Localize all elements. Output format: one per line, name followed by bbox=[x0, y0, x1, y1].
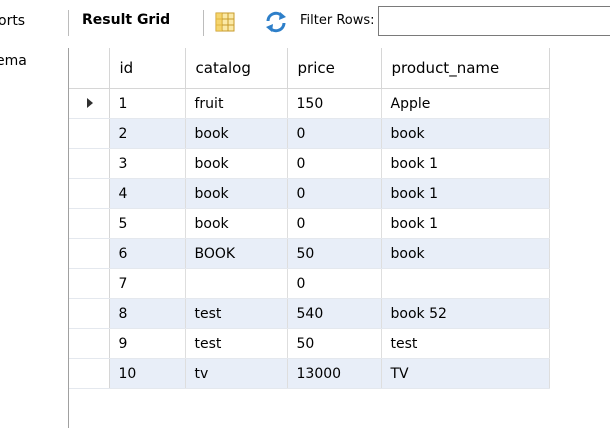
table-row[interactable]: 1 fruit 150 Apple bbox=[69, 88, 550, 119]
cell-price[interactable]: 13000 bbox=[287, 358, 382, 389]
row-indicator[interactable] bbox=[69, 208, 110, 239]
result-toolbar: Result Grid Filter Rows: bbox=[68, 0, 610, 44]
refresh-icon[interactable] bbox=[264, 10, 288, 34]
grid-view-icon[interactable] bbox=[214, 12, 236, 32]
cell-id[interactable]: 4 bbox=[109, 178, 186, 209]
cell-price[interactable]: 540 bbox=[287, 298, 382, 329]
cell-price[interactable]: 0 bbox=[287, 208, 382, 239]
cell-id[interactable]: 3 bbox=[109, 148, 186, 179]
cell-id[interactable]: 6 bbox=[109, 238, 186, 269]
cell-price[interactable]: 50 bbox=[287, 328, 382, 359]
result-grid: id catalog price product_name 1 fruit 150 A… bbox=[68, 48, 610, 428]
cell-catalog[interactable]: test bbox=[185, 328, 288, 359]
cell-id[interactable]: 8 bbox=[109, 298, 186, 329]
cell-id[interactable]: 2 bbox=[109, 118, 186, 149]
table-row[interactable]: 4 book 0 book 1 bbox=[69, 178, 550, 209]
result-grid-button[interactable]: Result Grid bbox=[82, 12, 170, 28]
column-header-catalog[interactable]: catalog bbox=[185, 48, 288, 89]
table-row[interactable]: 8 test 540 book 52 bbox=[69, 298, 550, 329]
cell-product-name[interactable]: book 1 bbox=[381, 208, 550, 239]
row-indicator[interactable] bbox=[69, 268, 110, 299]
table-row[interactable]: 2 book 0 book bbox=[69, 118, 550, 149]
table-row[interactable]: 3 book 0 book 1 bbox=[69, 148, 550, 179]
left-tab-2[interactable]: ema bbox=[0, 53, 27, 69]
toolbar-separator bbox=[203, 10, 204, 36]
row-pointer-icon bbox=[86, 97, 93, 108]
cell-product-name[interactable]: TV bbox=[381, 358, 550, 389]
row-indicator[interactable] bbox=[69, 358, 110, 389]
cell-price[interactable]: 150 bbox=[287, 88, 382, 119]
cell-id[interactable]: 9 bbox=[109, 328, 186, 359]
table-row[interactable]: 6 BOOK 50 book bbox=[69, 238, 550, 269]
row-indicator[interactable] bbox=[69, 178, 110, 209]
cell-price[interactable]: 0 bbox=[287, 148, 382, 179]
cell-id[interactable]: 5 bbox=[109, 208, 186, 239]
cell-catalog[interactable]: book bbox=[185, 208, 288, 239]
cell-id[interactable]: 10 bbox=[109, 358, 186, 389]
filter-rows-input[interactable] bbox=[378, 6, 610, 36]
cell-product-name[interactable]: book bbox=[381, 118, 550, 149]
row-indicator-header bbox=[69, 48, 110, 89]
cell-product-name[interactable]: book bbox=[381, 238, 550, 269]
toolbar-separator bbox=[68, 10, 69, 36]
table-row[interactable]: 5 book 0 book 1 bbox=[69, 208, 550, 239]
row-indicator[interactable] bbox=[69, 88, 110, 119]
cell-product-name[interactable]: test bbox=[381, 328, 550, 359]
cell-product-name[interactable]: Apple bbox=[381, 88, 550, 119]
cell-price[interactable]: 0 bbox=[287, 118, 382, 149]
cell-product-name[interactable]: book 1 bbox=[381, 148, 550, 179]
cell-catalog[interactable]: tv bbox=[185, 358, 288, 389]
cell-product-name[interactable]: book 1 bbox=[381, 178, 550, 209]
cell-price[interactable]: 50 bbox=[287, 238, 382, 269]
column-header-id[interactable]: id bbox=[109, 48, 186, 89]
cell-catalog[interactable]: test bbox=[185, 298, 288, 329]
cell-id[interactable]: 7 bbox=[109, 268, 186, 299]
cell-product-name[interactable] bbox=[381, 268, 550, 299]
cell-catalog[interactable]: fruit bbox=[185, 88, 288, 119]
cell-catalog[interactable]: BOOK bbox=[185, 238, 288, 269]
row-indicator[interactable] bbox=[69, 298, 110, 329]
table-row[interactable]: 70 bbox=[69, 268, 550, 299]
cell-price[interactable]: 0 bbox=[287, 178, 382, 209]
cell-catalog[interactable] bbox=[185, 268, 288, 299]
workbench-result-panel: orts ema Result Grid Filter Rows: id cat… bbox=[0, 0, 610, 428]
column-header-product-name[interactable]: product_name bbox=[381, 48, 550, 89]
cell-product-name[interactable]: book 52 bbox=[381, 298, 550, 329]
column-header-price[interactable]: price bbox=[287, 48, 382, 89]
cell-id[interactable]: 1 bbox=[109, 88, 186, 119]
left-panel: orts ema bbox=[0, 0, 68, 428]
row-indicator[interactable] bbox=[69, 118, 110, 149]
filter-rows-label: Filter Rows: bbox=[300, 13, 375, 28]
cell-catalog[interactable]: book bbox=[185, 118, 288, 149]
row-indicator[interactable] bbox=[69, 328, 110, 359]
cell-catalog[interactable]: book bbox=[185, 148, 288, 179]
table-row[interactable]: 10 tv 13000 TV bbox=[69, 358, 550, 389]
row-indicator[interactable] bbox=[69, 148, 110, 179]
result-table: id catalog price product_name 1 fruit 150 A… bbox=[69, 48, 550, 389]
row-indicator[interactable] bbox=[69, 238, 110, 269]
left-tab-1[interactable]: orts bbox=[0, 13, 25, 29]
table-row[interactable]: 9 test 50 test bbox=[69, 328, 550, 359]
cell-price[interactable]: 0 bbox=[287, 268, 382, 299]
header-row: id catalog price product_name bbox=[69, 48, 550, 89]
cell-catalog[interactable]: book bbox=[185, 178, 288, 209]
